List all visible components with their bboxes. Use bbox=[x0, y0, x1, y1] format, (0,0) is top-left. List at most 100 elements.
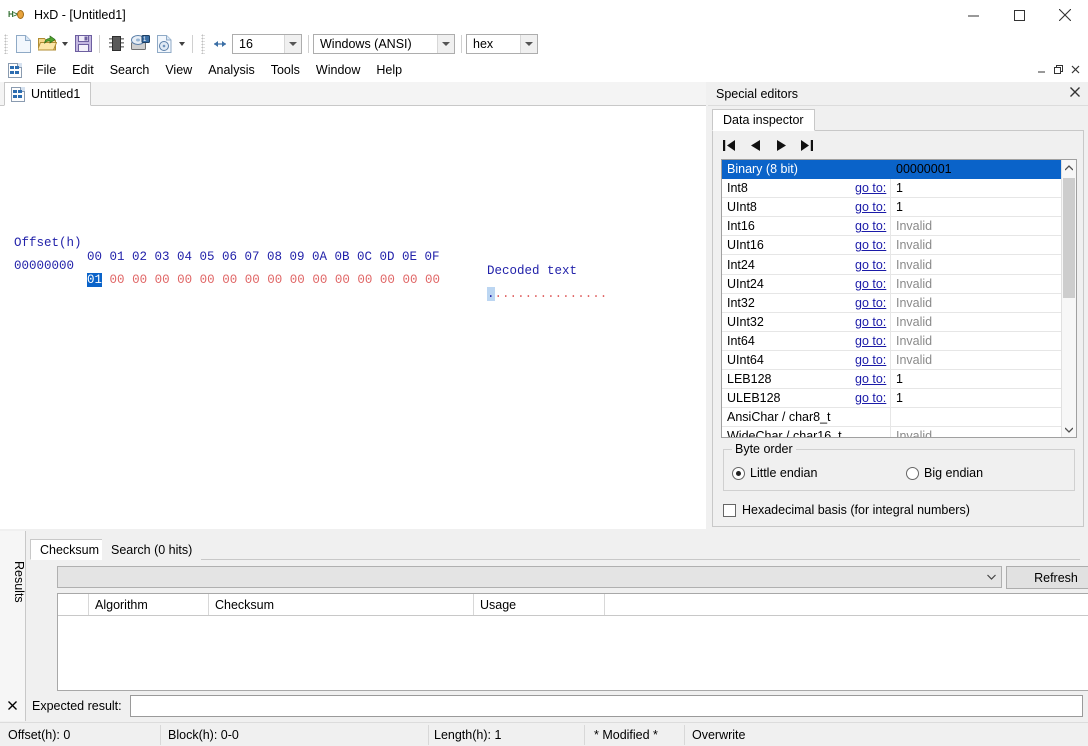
row-bytes[interactable]: 01 00 00 00 00 00 00 00 00 00 00 00 00 0… bbox=[87, 273, 440, 287]
decoded-char[interactable]: . bbox=[510, 287, 518, 301]
column-header-filler[interactable] bbox=[605, 594, 1088, 615]
hexadecimal-basis-checkbox[interactable]: Hexadecimal basis (for integral numbers) bbox=[723, 503, 970, 517]
mdi-minimize-icon[interactable] bbox=[1033, 61, 1050, 78]
data-inspector-row[interactable]: ULEB128go to:1 bbox=[722, 389, 1076, 408]
data-inspector-value[interactable]: 1 bbox=[896, 181, 903, 195]
data-inspector-row[interactable]: Binary (8 bit)00000001 bbox=[722, 160, 1076, 179]
column-header-algorithm[interactable]: Algorithm bbox=[89, 594, 209, 615]
data-inspector-scrollbar[interactable] bbox=[1061, 160, 1076, 437]
disk-drive-icon[interactable]: 1 bbox=[128, 32, 152, 56]
data-inspector-value[interactable]: Invalid bbox=[896, 258, 932, 272]
offset-base-combo[interactable]: hex bbox=[466, 34, 538, 54]
column-header-usage[interactable]: Usage bbox=[474, 594, 605, 615]
first-icon[interactable] bbox=[721, 137, 737, 153]
memory-chip-icon[interactable] bbox=[104, 32, 128, 56]
hex-byte[interactable]: 00 bbox=[200, 273, 215, 287]
goto-link[interactable]: go to: bbox=[855, 238, 886, 252]
menu-analysis[interactable]: Analysis bbox=[200, 61, 263, 79]
data-inspector-row[interactable]: AnsiChar / char8_t bbox=[722, 408, 1076, 427]
maximize-icon[interactable] bbox=[996, 0, 1042, 30]
menu-search[interactable]: Search bbox=[102, 61, 158, 79]
hex-byte[interactable]: 00 bbox=[357, 273, 372, 287]
data-inspector-value[interactable]: Invalid bbox=[896, 353, 932, 367]
goto-link[interactable]: go to: bbox=[855, 181, 886, 195]
data-inspector-row[interactable]: UInt8go to:1 bbox=[722, 198, 1076, 217]
next-icon[interactable] bbox=[773, 137, 789, 153]
chevron-down-icon[interactable] bbox=[284, 35, 301, 53]
data-inspector-row[interactable]: Int24go to:Invalid bbox=[722, 255, 1076, 274]
menu-window[interactable]: Window bbox=[308, 61, 368, 79]
hex-byte[interactable]: 00 bbox=[245, 273, 260, 287]
data-inspector-grid[interactable]: Binary (8 bit)00000001Int8go to:1UInt8go… bbox=[721, 159, 1077, 438]
decoded-char[interactable]: . bbox=[562, 287, 570, 301]
decoded-char[interactable]: . bbox=[547, 287, 555, 301]
column-header-blank[interactable] bbox=[58, 594, 89, 615]
tab-checksum[interactable]: Checksum bbox=[30, 539, 109, 560]
hex-byte[interactable]: 00 bbox=[402, 273, 417, 287]
data-inspector-value[interactable]: Invalid bbox=[896, 315, 932, 329]
decoded-char[interactable]: . bbox=[577, 287, 585, 301]
goto-link[interactable]: go to: bbox=[855, 200, 886, 214]
close-icon[interactable] bbox=[1042, 0, 1088, 30]
chevron-down-icon[interactable] bbox=[520, 35, 537, 53]
data-inspector-row[interactable]: WideChar / char16_tInvalid bbox=[722, 427, 1076, 438]
hex-byte[interactable]: 00 bbox=[290, 273, 305, 287]
goto-link[interactable]: go to: bbox=[855, 296, 886, 310]
menu-help[interactable]: Help bbox=[368, 61, 410, 79]
data-inspector-value[interactable]: Invalid bbox=[896, 219, 932, 233]
menu-edit[interactable]: Edit bbox=[64, 61, 102, 79]
open-dropdown-arrow-icon[interactable] bbox=[59, 32, 71, 56]
decoded-char[interactable]: . bbox=[540, 287, 548, 301]
toolbar-grip-2[interactable] bbox=[201, 34, 205, 54]
goto-link[interactable]: go to: bbox=[855, 372, 886, 386]
hex-byte[interactable]: 00 bbox=[335, 273, 350, 287]
hex-byte[interactable]: 00 bbox=[425, 273, 440, 287]
decoded-char[interactable]: . bbox=[532, 287, 540, 301]
hex-editor-view[interactable]: Offset(h) 00 01 02 03 04 05 06 07 08 09 … bbox=[0, 106, 708, 531]
data-inspector-value[interactable]: 00000001 bbox=[896, 162, 952, 176]
last-icon[interactable] bbox=[799, 137, 815, 153]
menu-tools[interactable]: Tools bbox=[263, 61, 308, 79]
hex-byte[interactable]: 00 bbox=[177, 273, 192, 287]
new-document-icon[interactable] bbox=[11, 32, 35, 56]
chevron-down-icon[interactable] bbox=[437, 35, 454, 53]
data-inspector-value[interactable]: Invalid bbox=[896, 296, 932, 310]
encoding-combo[interactable]: Windows (ANSI) bbox=[313, 34, 455, 54]
goto-link[interactable]: go to: bbox=[855, 391, 886, 405]
hex-byte[interactable]: 01 bbox=[87, 273, 102, 287]
decoded-char[interactable]: . bbox=[502, 287, 510, 301]
refresh-button[interactable]: Refresh bbox=[1006, 566, 1088, 589]
data-inspector-value[interactable]: Invalid bbox=[896, 238, 932, 252]
goto-link[interactable]: go to: bbox=[855, 277, 886, 291]
hex-byte[interactable]: 00 bbox=[222, 273, 237, 287]
hex-byte[interactable]: 00 bbox=[267, 273, 282, 287]
decoded-char[interactable]: . bbox=[487, 287, 495, 301]
decoded-char[interactable]: . bbox=[600, 287, 608, 301]
radio-big-endian[interactable]: Big endian bbox=[906, 466, 983, 480]
data-inspector-row[interactable]: LEB128go to:1 bbox=[722, 370, 1076, 389]
mdi-restore-icon[interactable] bbox=[1050, 61, 1067, 78]
goto-link[interactable]: go to: bbox=[855, 219, 886, 233]
data-inspector-row[interactable]: UInt64go to:Invalid bbox=[722, 351, 1076, 370]
menu-file[interactable]: File bbox=[28, 61, 64, 79]
scrollbar-thumb[interactable] bbox=[1063, 178, 1075, 298]
data-inspector-value[interactable]: Invalid bbox=[896, 334, 932, 348]
data-inspector-row[interactable]: UInt16go to:Invalid bbox=[722, 236, 1076, 255]
hex-byte[interactable]: 00 bbox=[132, 273, 147, 287]
open-folder-icon[interactable] bbox=[35, 32, 59, 56]
hex-byte[interactable]: 00 bbox=[155, 273, 170, 287]
chevron-down-icon[interactable] bbox=[982, 568, 1000, 586]
column-header-checksum[interactable]: Checksum bbox=[209, 594, 474, 615]
decoded-char[interactable]: . bbox=[525, 287, 533, 301]
disk-dropdown-arrow-icon[interactable] bbox=[176, 32, 188, 56]
close-icon[interactable] bbox=[1070, 86, 1080, 100]
tab-data-inspector[interactable]: Data inspector bbox=[712, 109, 815, 131]
data-inspector-value[interactable]: 1 bbox=[896, 391, 903, 405]
checksum-results-grid[interactable]: Algorithm Checksum Usage bbox=[57, 593, 1088, 691]
menu-view[interactable]: View bbox=[157, 61, 200, 79]
data-inspector-row[interactable]: Int64go to:Invalid bbox=[722, 332, 1076, 351]
bytes-per-row-combo[interactable]: 16 bbox=[232, 34, 302, 54]
scroll-down-icon[interactable] bbox=[1062, 422, 1076, 437]
goto-link[interactable]: go to: bbox=[855, 258, 886, 272]
hex-data-row[interactable]: 00000000 01 00 00 00 00 00 00 00 00 00 0… bbox=[0, 245, 45, 315]
